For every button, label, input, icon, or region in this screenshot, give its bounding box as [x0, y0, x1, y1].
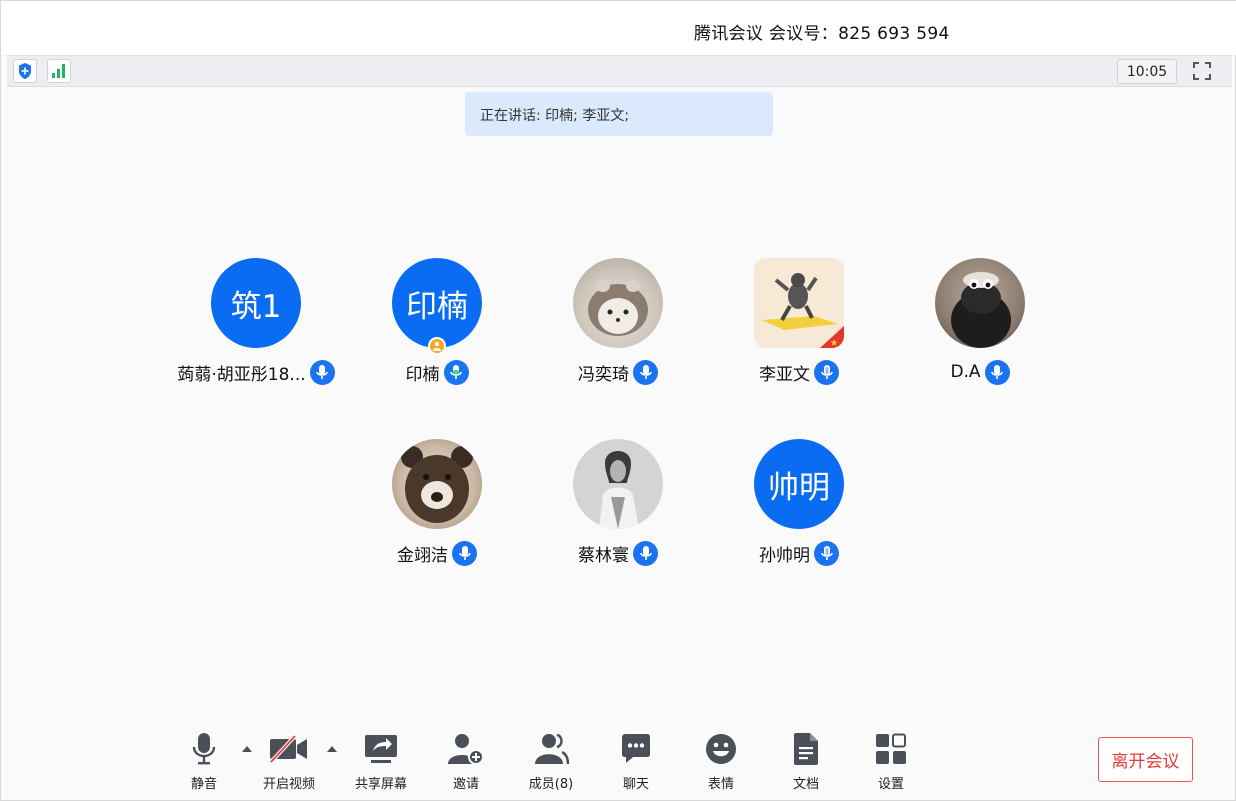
host-icon [428, 337, 446, 355]
participant-tile[interactable]: D.A [890, 258, 1070, 398]
participant-name: 蔡林寰 [578, 545, 629, 566]
video-label: 开启视频 [262, 777, 315, 792]
mic-icon [443, 359, 469, 385]
participant-tile[interactable]: 印楠 印楠 [347, 258, 527, 398]
sheep-plush-photo[interactable] [935, 258, 1025, 348]
person-photo[interactable] [573, 439, 663, 529]
title-bar: 腾讯会议 会议号：825 693 594 [1, 1, 1236, 55]
participant-name: D.A [950, 362, 981, 382]
mic-icon [452, 540, 477, 566]
mic-icon [633, 359, 658, 385]
mute-button[interactable]: 静音 [164, 729, 244, 793]
share-screen-icon [341, 729, 421, 769]
participant-tile[interactable]: 蔡林寰 [528, 439, 708, 579]
participant-tile[interactable]: 冯奕琦 [528, 258, 708, 398]
mic-speaking-icon [814, 540, 839, 566]
flag-icon [820, 326, 844, 348]
add-user-icon [426, 729, 506, 769]
participant-name: 李亚文 [759, 364, 810, 385]
shield-icon[interactable] [13, 59, 37, 83]
hedgehog-photo[interactable] [573, 258, 663, 348]
smile-icon [681, 729, 761, 769]
participant-name: 孙帅明 [759, 545, 810, 566]
docs-label: 文档 [792, 777, 819, 792]
participant-name: 蒟蒻·胡亚彤18... [177, 364, 306, 385]
participant-name: 印楠 [405, 364, 440, 385]
participant-tile[interactable]: 帅明 孙帅明 [709, 439, 889, 579]
start-video-button[interactable]: 开启视频 [249, 729, 329, 793]
meeting-title: 腾讯会议 会议号：825 693 594 [694, 24, 950, 44]
share-screen-button[interactable]: 共享屏幕 [341, 729, 421, 793]
chat-icon [596, 729, 676, 769]
bear-plush-photo[interactable] [392, 439, 482, 529]
apps-grid-icon [851, 729, 931, 769]
chat-button[interactable]: 聊天 [596, 729, 676, 793]
mic-icon [984, 359, 1010, 385]
invite-label: 邀请 [452, 777, 479, 792]
members-label: 成员(8) [528, 777, 574, 792]
participant-tile[interactable]: 金翊洁 [347, 439, 527, 579]
mic-icon [309, 359, 335, 385]
participant-name: 金翊洁 [397, 545, 448, 566]
participant-tile[interactable]: 筑1 蒟蒻·胡亚彤18... [166, 258, 346, 398]
avatar[interactable]: 筑1 [211, 258, 301, 348]
signal-icon[interactable] [47, 59, 71, 83]
invite-button[interactable]: 邀请 [426, 729, 506, 793]
mic-icon [633, 540, 658, 566]
meeting-clock: 10:05 [1117, 59, 1177, 84]
fullscreen-icon[interactable] [1190, 59, 1214, 83]
video-off-icon [249, 729, 329, 769]
microphone-icon [164, 729, 244, 769]
docs-button[interactable]: 文档 [766, 729, 846, 793]
document-icon [766, 729, 846, 769]
mic-speaking-icon [814, 359, 839, 385]
avatar[interactable]: 帅明 [754, 439, 844, 529]
avatar[interactable]: 印楠 [392, 258, 482, 348]
participant-tile[interactable]: 李亚文 [709, 258, 889, 398]
status-bar: 10:05 [7, 55, 1232, 87]
leave-meeting-button[interactable]: 离开会议 [1098, 737, 1193, 782]
settings-label: 设置 [877, 777, 904, 792]
caret-up-icon[interactable] [325, 743, 339, 755]
meeting-window: 腾讯会议 会议号：825 693 594 10:05 正在讲话: 印楠; 李亚文… [0, 0, 1236, 801]
settings-button[interactable]: 设置 [851, 729, 931, 793]
emoji-button[interactable]: 表情 [681, 729, 761, 793]
members-icon [511, 729, 591, 769]
emoji-label: 表情 [707, 777, 734, 792]
participant-name: 冯奕琦 [578, 364, 629, 385]
share-label: 共享屏幕 [354, 777, 407, 792]
chat-label: 聊天 [622, 777, 649, 792]
members-button[interactable]: 成员(8) [511, 729, 591, 793]
speaking-banner: 正在讲话: 印楠; 李亚文; [465, 92, 773, 136]
toy-figure-photo[interactable] [754, 258, 844, 348]
bottom-toolbar: 静音 开启视频 共享屏幕 邀请 成员(8) 聊天 表情 文档 设置 [1, 723, 1236, 801]
mute-label: 静音 [190, 777, 217, 792]
